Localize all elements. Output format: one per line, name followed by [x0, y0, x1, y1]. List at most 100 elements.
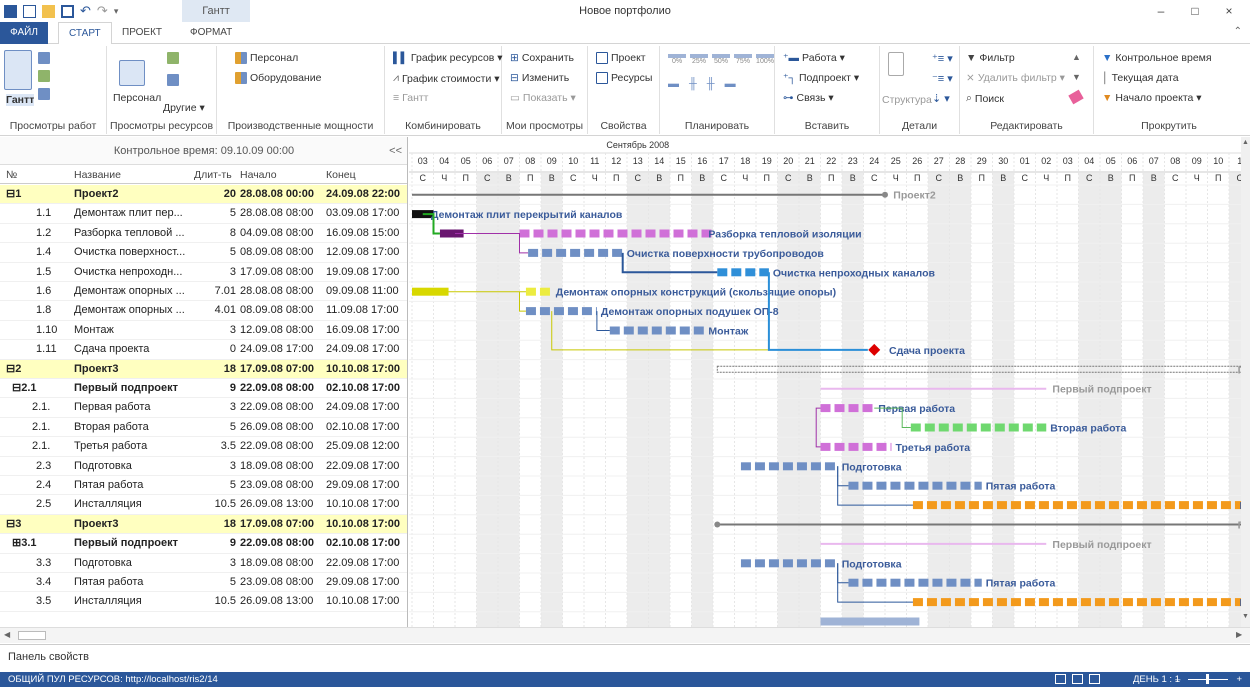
tab-project[interactable]: ПРОЕКТ: [112, 22, 172, 44]
gantt-view-button[interactable]: Гантт: [6, 94, 35, 106]
cell-dur[interactable]: 3: [192, 263, 236, 282]
view-gantt-icon[interactable]: [1089, 674, 1100, 684]
cell-end[interactable]: 11.09.08 17:00: [326, 301, 407, 320]
cell-end[interactable]: 16.09.08 15:00: [326, 224, 407, 243]
vertical-scrollbar[interactable]: ▲ ▼: [1241, 137, 1250, 627]
table-row[interactable]: 2.1. Первая работа 3 22.09.08 08:00 24.09.08…: [0, 398, 407, 418]
save-view-button[interactable]: ⊞ Сохранить: [510, 52, 574, 64]
table-row[interactable]: 3.4 Пятая работа 5 23.09.08 08:00 29.09.08 1…: [0, 573, 407, 593]
table-row[interactable]: ⊟3 Проект3 18 17.09.08 07:00 10.10.08 17:00: [0, 514, 407, 535]
combine-gantt-button[interactable]: ≡ Гантт: [393, 92, 429, 104]
header-name[interactable]: Название: [74, 166, 121, 184]
zoom-slider[interactable]: – +: [1175, 672, 1242, 687]
cell-no[interactable]: 2.1.: [6, 398, 68, 417]
other-views-button[interactable]: Другие ▾: [163, 102, 205, 114]
cell-start[interactable]: 22.09.08 08:00: [240, 437, 322, 456]
table-row[interactable]: 3.3 Подготовка 3 18.09.08 08:00 22.09.08 17:…: [0, 554, 407, 573]
gantt-chart[interactable]: Сентябрь 2008 03 04 05 06 07 08 09 10 11 12 13 14 15 1…: [409, 137, 1241, 627]
cell-end[interactable]: 16.09.08 17:00: [326, 321, 407, 340]
tab-format[interactable]: ФОРМАТ: [180, 22, 242, 44]
tab-file[interactable]: ФАЙЛ: [0, 22, 48, 44]
cell-start[interactable]: 18.09.08 08:00: [240, 457, 322, 476]
cell-start[interactable]: 28.08.08 08:00: [240, 282, 322, 301]
insert-task-button[interactable]: ⁺▬ Работа ▾: [783, 52, 845, 64]
cell-dur[interactable]: 3: [192, 457, 236, 476]
cell-name[interactable]: Инсталляция: [74, 495, 192, 514]
grid-icon[interactable]: [23, 4, 36, 18]
cell-start[interactable]: 26.09.08 08:00: [240, 418, 322, 437]
cell-dur[interactable]: 5: [192, 204, 236, 223]
redo-icon[interactable]: ↷: [97, 3, 108, 19]
show-view-button[interactable]: ▭ Показать ▾: [510, 92, 576, 104]
save-icon[interactable]: [61, 4, 74, 18]
cell-end[interactable]: 09.09.08 11:00: [326, 282, 407, 301]
cell-name[interactable]: Подготовка: [74, 554, 192, 573]
properties-panel-title[interactable]: Панель свойств: [8, 651, 89, 663]
cell-name[interactable]: Очистка непроходн...: [74, 263, 192, 282]
table-row[interactable]: ⊞3.1 Первый подпроект 9 22.09.08 08:00 02.10…: [0, 534, 407, 554]
outdent-icon[interactable]: ⁻≡ ▾: [932, 72, 953, 85]
cell-start[interactable]: 17.09.08 07:00: [240, 515, 322, 534]
cell-end[interactable]: 10.10.08 17:00: [326, 495, 407, 514]
cell-no[interactable]: 3.5: [6, 592, 68, 611]
header-end[interactable]: Конец: [326, 166, 356, 184]
scroll-right-icon[interactable]: ▶: [1236, 630, 1242, 639]
cell-name[interactable]: Вторая работа: [74, 418, 192, 437]
cell-dur[interactable]: 5: [192, 418, 236, 437]
cell-end[interactable]: 02.10.08 17:00: [326, 418, 407, 437]
cell-start[interactable]: 12.09.08 08:00: [240, 321, 322, 340]
open-folder-icon[interactable]: [42, 4, 55, 18]
cell-no[interactable]: ⊟3: [6, 515, 68, 534]
remove-filter-button[interactable]: ⨯ Удалить фильтр ▾: [966, 72, 1065, 84]
scroll-down-arrow-icon[interactable]: ▼: [1242, 613, 1249, 620]
cell-end[interactable]: 10.10.08 17:00: [326, 360, 407, 379]
collapse-table-button[interactable]: <<: [389, 137, 402, 165]
cell-end[interactable]: 24.09.08 17:00: [326, 398, 407, 417]
cell-no[interactable]: ⊟1: [6, 185, 68, 204]
cell-dur[interactable]: 9: [192, 379, 236, 398]
zoom-out-icon[interactable]: –: [1175, 672, 1180, 687]
cell-name[interactable]: Проект3: [74, 360, 192, 379]
pct-50-button[interactable]: 50%: [712, 54, 730, 65]
pct-0-button[interactable]: 0%: [668, 54, 686, 65]
cell-no[interactable]: 3.3: [6, 554, 68, 573]
cell-start[interactable]: 22.09.08 08:00: [240, 379, 322, 398]
cell-dur[interactable]: 18: [192, 360, 236, 379]
scroll-left-icon[interactable]: ◀: [4, 630, 10, 639]
pct-25-button[interactable]: 25%: [690, 54, 708, 65]
cell-start[interactable]: 08.09.08 08:00: [240, 243, 322, 262]
cell-no[interactable]: 1.11: [6, 340, 68, 359]
cell-no[interactable]: 1.2: [6, 224, 68, 243]
cell-start[interactable]: 23.09.08 08:00: [240, 573, 322, 592]
cell-name[interactable]: Сдача проекта: [74, 340, 192, 359]
cell-end[interactable]: 24.09.08 22:00: [326, 185, 407, 204]
cell-no[interactable]: 2.1.: [6, 437, 68, 456]
cost-chart-button[interactable]: ⩘ График стоимости ▾: [393, 72, 500, 85]
structure-icon[interactable]: [888, 52, 904, 76]
filter-button[interactable]: ▼ Фильтр: [966, 52, 1015, 64]
maximize-button[interactable]: □: [1178, 0, 1212, 22]
table-row[interactable]: 1.1 Демонтаж плит пер... 5 28.08.08 08:00 03…: [0, 204, 407, 224]
table-row[interactable]: 2.5 Инсталляция 10.5 26.09.08 13:00 10.10.08…: [0, 495, 407, 515]
table-row[interactable]: 2.1. Вторая работа 5 26.09.08 08:00 02.10.08…: [0, 418, 407, 438]
res-small-icon[interactable]: [167, 52, 179, 64]
cell-name[interactable]: Демонтаж опорных ...: [74, 301, 192, 320]
search-button[interactable]: ⌕ Поиск: [966, 92, 1004, 105]
table-row[interactable]: 2.4 Пятая работа 5 23.09.08 08:00 29.09.08 1…: [0, 476, 407, 496]
insert-subproject-button[interactable]: ⁺┐ Подпроект ▾: [783, 72, 859, 84]
cell-dur[interactable]: 20: [192, 185, 236, 204]
cell-name[interactable]: Подготовка: [74, 457, 192, 476]
cell-name[interactable]: Первый подпроект: [74, 379, 192, 398]
table-row[interactable]: 2.3 Подготовка 3 18.09.08 08:00 22.09.08 17:…: [0, 457, 407, 476]
cell-start[interactable]: 17.09.08 07:00: [240, 360, 322, 379]
gantt-svg[interactable]: Сентябрь 2008 03 04 05 06 07 08 09 10 11 12 13 14 15 1…: [409, 137, 1241, 627]
table-row[interactable]: ⊟1 Проект2 20 28.08.08 00:00 24.09.08 22:00: [0, 185, 407, 205]
resource-view-icon[interactable]: [119, 60, 145, 86]
cell-name[interactable]: Проект3: [74, 515, 192, 534]
move-icon[interactable]: ▬: [668, 78, 679, 90]
staff-capacity-button[interactable]: Персонал: [235, 52, 298, 64]
cell-start[interactable]: 23.09.08 08:00: [240, 476, 322, 495]
cell-dur[interactable]: 7.01: [192, 282, 236, 301]
cell-name[interactable]: Разборка тепловой ...: [74, 224, 192, 243]
cell-no[interactable]: 2.5: [6, 495, 68, 514]
